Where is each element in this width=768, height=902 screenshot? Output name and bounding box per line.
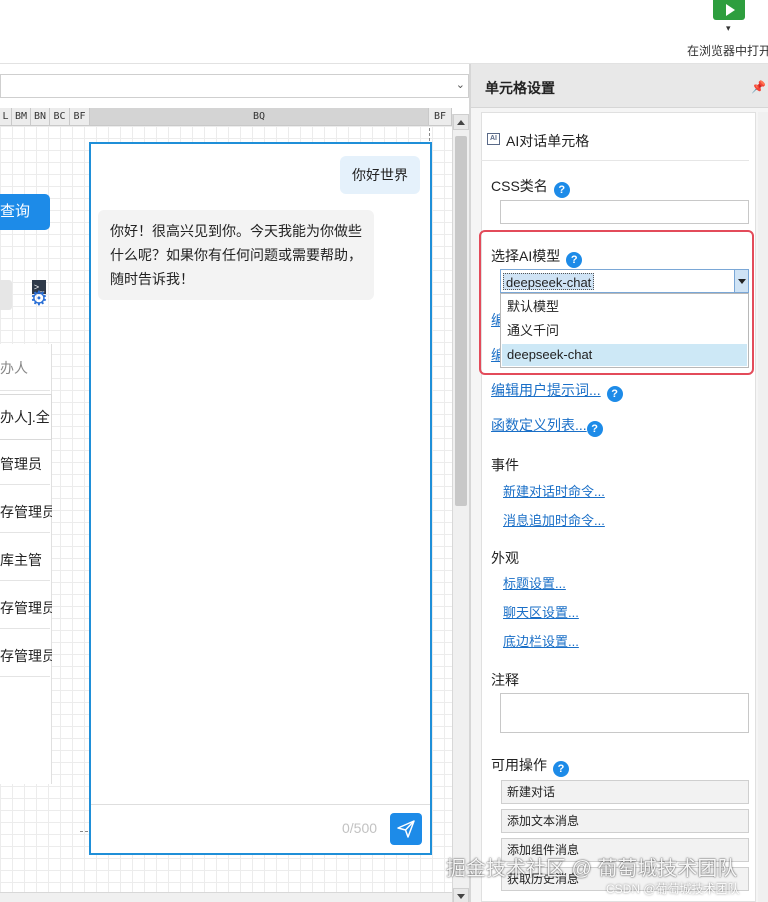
left-table: 办人 办人].全 管理员 存管理员 库主管 存管理员 存管理员 [0, 344, 52, 784]
column-header[interactable]: BM [12, 108, 31, 126]
css-class-input[interactable] [500, 200, 749, 224]
column-header[interactable]: BF [70, 108, 90, 126]
char-counter: 0/500 [342, 820, 378, 836]
scroll-down-icon[interactable] [453, 888, 469, 902]
panel-title: 单元格设置 [485, 80, 555, 96]
designer-canvas: ⌄ L BM BN BC BF BQ BF 查询 >_ ⚙ 办人 办人].全 管… [0, 64, 470, 902]
scroll-up-icon[interactable] [453, 114, 469, 130]
table-row[interactable]: 办人].全 [0, 394, 52, 440]
column-header[interactable]: BN [31, 108, 50, 126]
watermark-small: CSDN @葡萄城技术团队 [606, 882, 740, 896]
gear-icon[interactable]: ⚙ [30, 286, 48, 311]
table-header: 办人 [0, 360, 28, 376]
title-settings-link[interactable]: 标题设置... [503, 573, 566, 592]
watermark: 掘金技术社区 @ 葡萄城技术团队 [446, 858, 738, 880]
table-row[interactable]: 存管理员 [0, 502, 52, 522]
help-icon[interactable]: ? [586, 421, 603, 437]
ai-message-bubble: 你好！很高兴见到你。今天我能为你做些什么呢？如果你有任何问题或需要帮助，随时告诉… [98, 210, 374, 300]
user-message-bubble: 你好世界 [340, 156, 420, 194]
horizontal-scrollbar[interactable] [0, 892, 452, 902]
model-option[interactable]: 通义千问 [502, 320, 747, 342]
open-in-browser-label[interactable]: 在浏览器中打开 [687, 42, 768, 59]
model-dropdown-list: 默认模型 通义千问 deepseek-chat [500, 293, 749, 368]
chevron-down-icon[interactable]: ⌄ [456, 78, 465, 91]
column-header[interactable]: BF [429, 108, 452, 126]
ai-model-select[interactable]: deepseek-chat [500, 269, 749, 293]
column-header[interactable]: BC [50, 108, 70, 126]
selected-model: deepseek-chat [503, 273, 595, 290]
scroll-thumb[interactable] [455, 136, 467, 506]
panel-header: 单元格设置 📌 [471, 64, 768, 108]
divider [481, 160, 749, 161]
pin-icon[interactable]: 📌 [751, 80, 766, 94]
ai-cell-icon: AI [487, 133, 500, 145]
formula-combo[interactable]: ⌄ [0, 74, 469, 98]
new-chat-button[interactable]: 新建对话 [501, 780, 749, 804]
column-header-selected[interactable]: BQ [90, 108, 429, 126]
query-button[interactable]: 查询 [0, 194, 50, 230]
model-option[interactable]: 默认模型 [502, 296, 747, 318]
add-text-message-button[interactable]: 添加文本消息 [501, 809, 749, 833]
edit-user-prompt-link[interactable]: 编辑用户提示词...? [491, 380, 623, 402]
ai-model-label: 选择AI模型? [491, 246, 583, 268]
left-input-field[interactable] [0, 280, 12, 310]
top-toolbar: ▾ 在浏览器中打开 [0, 0, 768, 64]
chevron-down-icon[interactable]: ▾ [726, 23, 731, 34]
help-icon[interactable]: ? [566, 252, 583, 268]
run-button[interactable] [713, 0, 745, 20]
notes-textarea[interactable] [500, 693, 749, 733]
available-ops-label: 可用操作? [491, 755, 569, 777]
model-option-selected[interactable]: deepseek-chat [502, 344, 747, 366]
table-row[interactable]: 存管理员 [0, 646, 52, 666]
help-icon[interactable]: ? [606, 386, 623, 402]
chat-input-area[interactable] [91, 804, 430, 853]
footer-settings-link[interactable]: 底边栏设置... [503, 631, 579, 650]
chevron-down-icon[interactable] [734, 270, 748, 292]
cell-type-title: AI对话单元格 [506, 133, 590, 149]
chat-area-settings-link[interactable]: 聊天区设置... [503, 602, 579, 621]
vertical-scrollbar[interactable] [452, 114, 469, 902]
help-icon[interactable]: ? [553, 182, 570, 198]
appearance-heading: 外观 [491, 550, 519, 566]
css-class-label: CSS类名? [491, 176, 570, 198]
new-chat-command-link[interactable]: 新建对话时命令... [503, 481, 605, 500]
send-button[interactable] [390, 813, 422, 845]
table-row[interactable]: 库主管 [0, 550, 52, 570]
help-icon[interactable]: ? [553, 761, 569, 777]
send-icon [397, 820, 415, 838]
column-header[interactable]: L [0, 108, 12, 126]
message-append-command-link[interactable]: 消息追加时命令... [503, 510, 605, 529]
function-list-link[interactable]: 函数定义列表...? [491, 415, 603, 437]
panel-scrollbar[interactable] [758, 112, 768, 902]
notes-heading: 注释 [491, 672, 519, 688]
table-row[interactable]: 管理员 [0, 454, 52, 474]
events-heading: 事件 [491, 457, 519, 473]
table-row[interactable]: 存管理员 [0, 598, 52, 618]
